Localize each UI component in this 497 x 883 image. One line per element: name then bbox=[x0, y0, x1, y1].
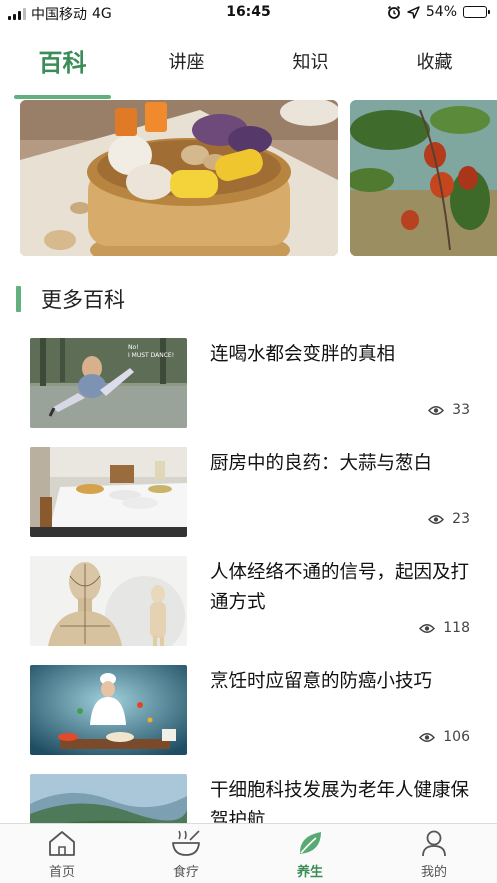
home-icon bbox=[49, 831, 75, 856]
article-item[interactable]: 厨房中的良药：大蒜与葱白 23 bbox=[30, 447, 470, 543]
article-title: 厨房中的良药：大蒜与葱白 bbox=[210, 453, 433, 474]
section-accent-bar bbox=[16, 286, 21, 312]
section-header: 更多百科 bbox=[16, 284, 125, 314]
banner-dates-image bbox=[350, 100, 497, 256]
article-title: 连喝水都会变胖的真相 bbox=[210, 344, 396, 365]
article-item[interactable]: No! I MUST DANCE! 连喝水都会变胖的真相 33 bbox=[30, 338, 470, 434]
thumbnail-caption: No! I MUST DANCE! bbox=[128, 344, 175, 359]
article-item[interactable]: 烹饪时应留意的防癌小技巧 106 bbox=[30, 665, 470, 761]
nav-label: 我的 bbox=[420, 865, 447, 880]
view-count-value: 106 bbox=[443, 729, 470, 745]
nav-wellness[interactable]: 养生 bbox=[270, 828, 350, 880]
tab-lectures[interactable]: 讲座 bbox=[138, 38, 235, 98]
article-title: 人体经络不通的信号，起因及打通方式 bbox=[210, 562, 470, 613]
eye-icon bbox=[419, 732, 436, 742]
eye-icon bbox=[428, 514, 445, 524]
nav-diet-therapy[interactable]: 食疗 bbox=[146, 828, 226, 880]
nav-label: 食疗 bbox=[172, 865, 199, 880]
status-right: 54% bbox=[387, 4, 490, 20]
alarm-icon bbox=[387, 5, 400, 19]
view-count: 106 bbox=[419, 729, 470, 745]
nav-profile[interactable]: 我的 bbox=[394, 828, 474, 880]
view-count-value: 118 bbox=[443, 620, 470, 636]
view-count-value: 23 bbox=[452, 511, 470, 527]
leaf-icon bbox=[299, 832, 321, 854]
view-count: 23 bbox=[428, 511, 470, 527]
tab-knowledge[interactable]: 知识 bbox=[262, 38, 359, 98]
location-icon bbox=[407, 5, 420, 19]
tab-baike[interactable]: 百科 bbox=[14, 38, 111, 98]
nav-home[interactable]: 首页 bbox=[22, 828, 102, 880]
view-count: 118 bbox=[419, 620, 470, 636]
view-count-value: 33 bbox=[452, 402, 470, 418]
eye-icon bbox=[419, 623, 436, 633]
banner-slide-food[interactable] bbox=[20, 100, 338, 256]
battery-percent: 54% bbox=[425, 4, 457, 20]
section-title: 更多百科 bbox=[41, 288, 125, 312]
article-title: 烹饪时应留意的防癌小技巧 bbox=[210, 671, 433, 692]
banner-food-image bbox=[20, 100, 338, 256]
nav-label: 首页 bbox=[48, 865, 75, 880]
article-item[interactable]: 人体经络不通的信号，起因及打通方式 118 bbox=[30, 556, 470, 652]
article-thumbnail bbox=[30, 665, 187, 755]
nav-label: 养生 bbox=[296, 865, 323, 880]
active-tab-indicator bbox=[14, 95, 111, 99]
eye-icon bbox=[428, 405, 445, 415]
banner-carousel[interactable] bbox=[0, 100, 497, 258]
person-icon bbox=[422, 830, 446, 857]
bottom-nav: 首页 食疗 养生 我的 bbox=[0, 823, 497, 883]
tab-favorites[interactable]: 收藏 bbox=[386, 38, 483, 98]
view-count: 33 bbox=[428, 402, 470, 418]
battery-icon bbox=[463, 6, 490, 18]
status-bar: 中国移动 4G 16:45 54% bbox=[0, 0, 497, 26]
category-tabs: 百科 讲座 知识 收藏 bbox=[0, 38, 497, 102]
article-thumbnail bbox=[30, 447, 187, 537]
banner-slide-dates[interactable] bbox=[350, 100, 497, 256]
article-thumbnail: No! I MUST DANCE! bbox=[30, 338, 187, 428]
article-thumbnail bbox=[30, 556, 187, 646]
bowl-icon bbox=[172, 830, 200, 856]
